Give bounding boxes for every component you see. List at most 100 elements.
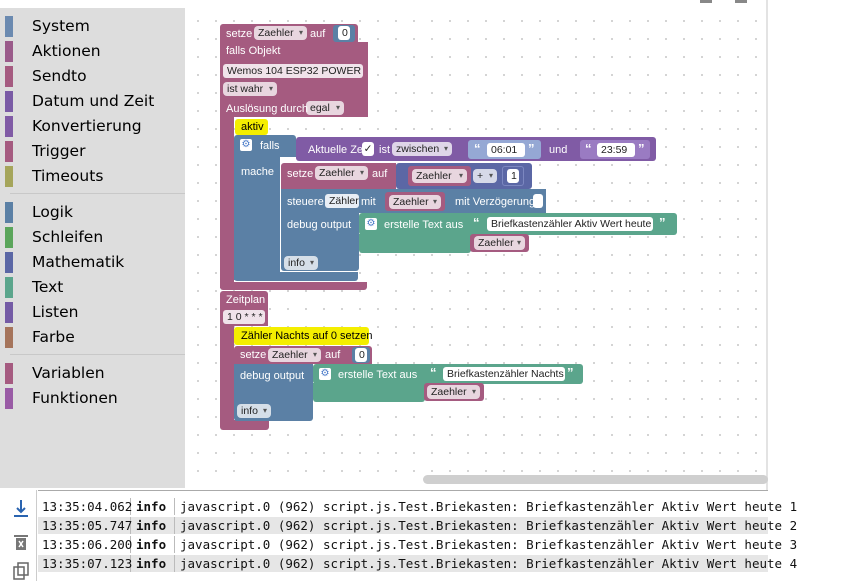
clear-log-icon[interactable] xyxy=(11,532,31,552)
comment-text: aktiv xyxy=(241,121,264,133)
time-from-field[interactable]: 06:01 xyxy=(487,143,525,157)
control-block[interactable]: steuere Zähler mit Zaehler mit Verzögeru… xyxy=(281,189,546,213)
time-text-block[interactable]: “ 23:59 ” xyxy=(580,140,650,159)
toolbox-category-funktionen[interactable]: Funktionen xyxy=(0,386,185,411)
log-message: javascript.0 (962) script.js.Test.Brieka… xyxy=(180,556,798,571)
object-id-field[interactable]: Wemos 104 ESP32 POWER xyxy=(223,64,363,78)
toolbox-separator xyxy=(10,354,185,355)
number-field[interactable]: 0 xyxy=(338,26,350,40)
block-label: auf xyxy=(310,28,326,40)
log-severity: info xyxy=(136,537,167,552)
block-label: erstelle Text aus xyxy=(338,369,418,381)
toolbox-category-schleifen[interactable]: Schleifen xyxy=(0,225,185,250)
variable-dropdown[interactable]: Zaehler xyxy=(412,169,467,183)
block-label: setze xyxy=(226,28,253,40)
category-color-bar xyxy=(5,277,13,298)
gear-icon[interactable]: ⚙ xyxy=(319,368,331,380)
toolbox-category-mathematik[interactable]: Mathematik xyxy=(0,250,185,275)
block-label: auf xyxy=(372,168,388,180)
delay-checkbox[interactable] xyxy=(533,194,543,208)
text-field[interactable]: Briefkastenzähler Aktiv Wert heute xyxy=(487,217,653,231)
toolbox-category-system[interactable]: System xyxy=(0,14,185,39)
block-label: setze xyxy=(240,349,267,361)
horizontal-scrollbar[interactable] xyxy=(423,475,768,484)
scroll-bottom-icon[interactable] xyxy=(11,498,31,518)
debug-output-block[interactable]: debug output info xyxy=(234,364,313,421)
comment-text: Zähler Nachts auf 0 setzen xyxy=(241,330,373,342)
set-variable-block[interactable]: setze Zaehler auf 0 xyxy=(220,24,358,43)
set-variable-block[interactable]: setze Zaehler auf xyxy=(281,163,396,189)
number-block[interactable]: 0 xyxy=(352,347,370,363)
toolbox-category-sendto[interactable]: Sendto xyxy=(0,64,185,89)
number-field[interactable]: 0 xyxy=(355,348,367,362)
time-text-block[interactable]: “ 06:01 ” xyxy=(468,140,541,159)
toolbox-category-trigger[interactable]: Trigger xyxy=(0,139,185,164)
category-color-bar xyxy=(5,327,13,348)
category-color-bar xyxy=(5,16,13,37)
log-time: 13:35:06.200 xyxy=(42,537,133,552)
toolbox-category-farbe[interactable]: Farbe xyxy=(0,325,185,350)
number-field[interactable]: 1 xyxy=(507,169,519,183)
trigger-dropdown[interactable]: egal xyxy=(306,101,344,115)
variable-dropdown[interactable]: Zaehler xyxy=(474,236,525,250)
log-level-dropdown[interactable]: info xyxy=(237,404,271,418)
copy-icon[interactable] xyxy=(11,562,31,582)
log-level-dropdown[interactable]: info xyxy=(284,256,318,270)
toolbox-category-timeouts[interactable]: Timeouts xyxy=(0,164,185,189)
text-join-block[interactable]: ⚙ erstelle Text aus “ Briefkastenzähler … xyxy=(313,364,583,384)
text-field[interactable]: Briefkastenzähler Nachts xyxy=(443,367,565,381)
gear-icon[interactable]: ⚙ xyxy=(365,218,377,230)
time-to-field[interactable]: 23:59 xyxy=(597,143,635,157)
time-compare-block[interactable]: Aktuelle Zeit ✓ ist zwischen “ 06:01 ” u… xyxy=(296,137,656,161)
schedule-body-bar xyxy=(220,325,234,423)
cron-field[interactable]: 1 0 * * * xyxy=(223,310,265,324)
variable-get-block[interactable]: Zaehler xyxy=(424,383,484,401)
comment-block[interactable]: Zähler Nachts auf 0 setzen xyxy=(234,327,373,345)
log-message: javascript.0 (962) script.js.Test.Brieka… xyxy=(180,499,798,514)
checkbox[interactable]: ✓ xyxy=(362,142,374,156)
number-block[interactable]: 1 xyxy=(502,166,524,186)
variable-dropdown[interactable]: Zaehler xyxy=(268,348,321,362)
block-label: Zeitplan xyxy=(226,294,266,306)
toolbox-category-listen[interactable]: Listen xyxy=(0,300,185,325)
window-button-icon[interactable] xyxy=(700,0,712,3)
window-button-icon[interactable] xyxy=(735,0,747,3)
log-row: 13:35:04.062 info javascript.0 (962) scr… xyxy=(38,498,797,515)
set-variable-block[interactable]: setze Zaehler auf 0 xyxy=(234,346,372,364)
block-label: ist xyxy=(379,144,390,156)
workspace-edge xyxy=(766,0,768,490)
condition-dropdown[interactable]: ist wahr xyxy=(223,82,277,96)
number-block[interactable]: 0 xyxy=(333,25,355,42)
text-join-block[interactable]: ⚙ erstelle Text aus “ Briefkastenzähler … xyxy=(359,213,677,235)
category-color-bar xyxy=(5,91,13,112)
trigger-block[interactable]: falls Objekt Wemos 104 ESP32 POWER ist w… xyxy=(220,42,368,117)
variable-get-block[interactable]: Zaehler xyxy=(408,166,471,186)
variable-get-block[interactable]: Zaehler xyxy=(470,234,529,252)
block-label: erstelle Text aus xyxy=(384,219,464,231)
toolbox-category-datum-und-zeit[interactable]: Datum und Zeit xyxy=(0,89,185,114)
log-row: 13:35:05.747 info javascript.0 (962) scr… xyxy=(38,517,797,534)
variable-get-block[interactable]: Zaehler xyxy=(385,192,445,211)
debug-output-block[interactable]: debug output info xyxy=(281,213,359,271)
math-block[interactable]: Zaehler + 1 xyxy=(396,163,532,189)
schedule-block[interactable]: Zeitplan 1 0 * * * xyxy=(220,291,268,326)
toolbox-category-aktionen[interactable]: Aktionen xyxy=(0,39,185,64)
operator-dropdown[interactable]: zwischen xyxy=(392,142,452,156)
variable-dropdown[interactable]: Zaehler xyxy=(427,385,480,399)
category-label: Listen xyxy=(32,303,79,321)
toolbox-category-logik[interactable]: Logik xyxy=(0,200,185,225)
variable-dropdown[interactable]: Zaehler xyxy=(254,26,307,40)
variable-dropdown[interactable]: Zaehler xyxy=(389,195,441,209)
category-color-bar xyxy=(5,363,13,384)
object-id-field[interactable]: Zähler xyxy=(325,194,359,208)
category-color-bar xyxy=(5,116,13,137)
operator-dropdown[interactable]: + xyxy=(473,169,497,183)
if-block[interactable]: ⚙ falls xyxy=(234,135,296,157)
category-color-bar xyxy=(5,41,13,62)
comment-block[interactable]: aktiv xyxy=(235,119,268,135)
toolbox-category-konvertierung[interactable]: Konvertierung xyxy=(0,114,185,139)
variable-dropdown[interactable]: Zaehler xyxy=(315,166,368,180)
toolbox-category-text[interactable]: Text xyxy=(0,275,185,300)
toolbox-category-variablen[interactable]: Variablen xyxy=(0,361,185,386)
gear-icon[interactable]: ⚙ xyxy=(240,139,252,151)
